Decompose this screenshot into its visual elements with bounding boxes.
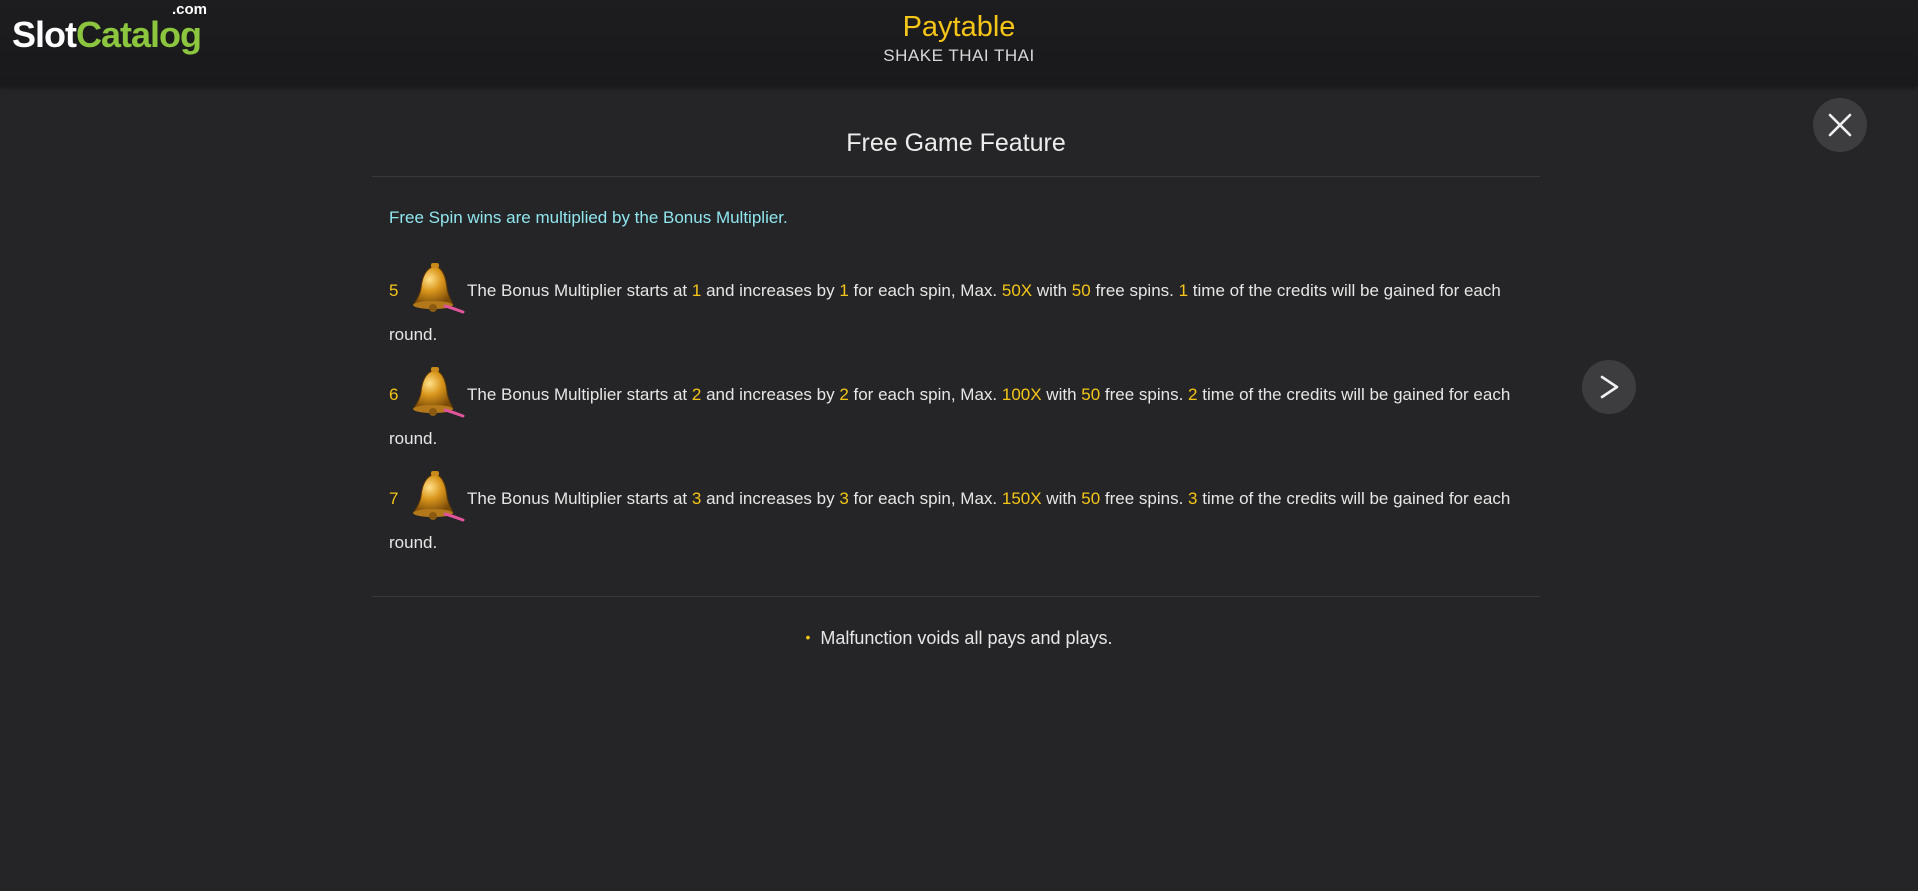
bottom-divider xyxy=(372,596,1540,597)
credits-value: 2 xyxy=(1188,385,1198,404)
bell-icon xyxy=(413,471,465,522)
credits-value: 1 xyxy=(1178,281,1189,300)
symbol-count: 6 xyxy=(389,385,399,404)
row-text: free spins. xyxy=(1100,489,1189,508)
max-multiplier: 150X xyxy=(1001,489,1042,508)
free-spins-count: 50 xyxy=(1081,489,1101,508)
increment-value: 1 xyxy=(839,281,849,300)
next-page-button[interactable] xyxy=(1582,360,1636,414)
row-text: free spins. xyxy=(1090,281,1179,300)
free-spins-count: 50 xyxy=(1071,281,1091,300)
increment-value: 3 xyxy=(839,489,849,508)
row-text: for each spin, Max. xyxy=(848,281,1002,300)
start-value: 1 xyxy=(691,281,702,300)
row-text: with xyxy=(1032,281,1072,300)
row-text: The Bonus Multiplier starts at xyxy=(467,489,692,508)
page-title: Paytable xyxy=(902,11,1016,43)
malfunction-text: Malfunction voids all pays and plays. xyxy=(820,628,1113,648)
multiplier-row: 5 The Bonus Multiplier starts at 1 and in… xyxy=(389,262,1529,355)
row-text: and increases by xyxy=(701,281,840,300)
close-button[interactable] xyxy=(1813,98,1867,152)
bell-icon xyxy=(413,367,465,418)
row-text: The Bonus Multiplier starts at xyxy=(467,385,692,404)
row-text: for each spin, Max. xyxy=(848,489,1002,508)
chevron-right-icon xyxy=(1600,375,1619,399)
section-title: Free Game Feature xyxy=(846,129,1066,157)
row-text: for each spin, Max. xyxy=(848,385,1002,404)
row-text: with xyxy=(1041,385,1082,404)
max-multiplier: 50X xyxy=(1001,281,1033,300)
top-divider xyxy=(372,176,1540,177)
increment-value: 2 xyxy=(839,385,849,404)
bell-icon xyxy=(413,263,465,314)
row-text: free spins. xyxy=(1100,385,1189,404)
malfunction-notice: • Malfunction voids all pays and plays. xyxy=(0,626,1918,649)
header-bar: SlotCatalog .com Paytable SHAKE THAI THA… xyxy=(0,0,1918,86)
free-spins-count: 50 xyxy=(1081,385,1101,404)
start-value: 3 xyxy=(691,489,702,508)
row-text: with xyxy=(1041,489,1082,508)
row-text: and increases by xyxy=(701,489,840,508)
multiplier-row: 7 The Bonus Multiplier starts at 3 and in… xyxy=(389,470,1529,563)
row-text: The Bonus Multiplier starts at xyxy=(467,281,692,300)
row-text: and increases by xyxy=(701,385,840,404)
bullet-dot: • xyxy=(805,629,811,645)
multiplier-row: 6 The Bonus Multiplier starts at 2 and in… xyxy=(389,366,1529,459)
max-multiplier: 100X xyxy=(1001,385,1042,404)
game-name: SHAKE THAI THAI xyxy=(883,46,1035,65)
start-value: 2 xyxy=(691,385,702,404)
close-icon xyxy=(1828,113,1852,137)
intro-text: Free Spin wins are multiplied by the Bon… xyxy=(389,208,788,227)
symbol-count: 5 xyxy=(389,281,399,300)
credits-value: 3 xyxy=(1188,489,1198,508)
symbol-count: 7 xyxy=(389,489,399,508)
